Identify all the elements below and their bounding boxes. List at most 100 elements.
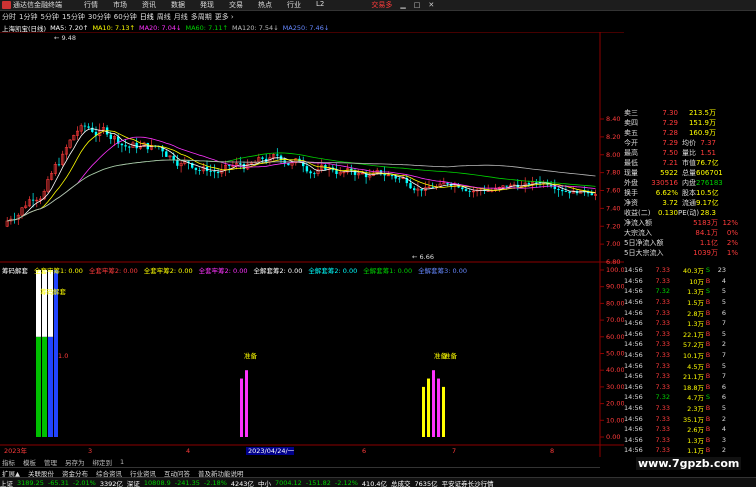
tab-save-as[interactable]: 另存为 — [63, 457, 85, 467]
tab-fund-flow[interactable]: 资金分布 — [60, 468, 88, 478]
tab-industry-news[interactable]: 行业资讯 — [128, 468, 156, 478]
candle-body — [561, 190, 564, 192]
period-tab-5min[interactable]: 5分钟 — [40, 12, 58, 22]
tab-bind[interactable]: 绑定到 — [91, 457, 113, 467]
tick-list[interactable]: 14:56 7.33 40.3万 S 23 14:56 7.33 10万 B 4 14:56 7.32… — [624, 265, 756, 456]
stat-label: 净资 — [624, 199, 638, 207]
stat-row: 最高 7.50 量比 1.51 — [624, 148, 756, 158]
maximize-icon[interactable]: □ — [414, 1, 421, 9]
stat-label-2: 流通 — [682, 199, 696, 207]
minimize-icon[interactable]: ▁ — [400, 1, 405, 9]
tick-t: 14:56 — [624, 287, 643, 296]
tick-row: 14:56 7.33 35.1万 B 2 — [624, 413, 756, 424]
tab-expand[interactable]: 扩展▲ — [0, 468, 20, 478]
menu-item-news[interactable]: 资讯 — [142, 0, 156, 10]
tick-bs: B — [705, 425, 711, 434]
tab-manage[interactable]: 管理 — [42, 457, 57, 467]
flow-label: 5日大宗流入 — [624, 249, 664, 257]
flow-pct: 1% — [726, 249, 738, 257]
indicator-value-4: 全套牢筹2: 0.00 — [198, 267, 248, 275]
tick-n: 6 — [721, 393, 726, 402]
stat-label-2: 均价 — [682, 139, 696, 147]
tick-row: 14:56 7.33 1.3万 B 7 — [624, 318, 756, 329]
indicator-value-3: 全套牢筹2: 0.00 — [143, 267, 193, 275]
menu-item-industry[interactable]: 行业 — [287, 0, 301, 10]
close-icon[interactable]: ✕ — [428, 1, 434, 9]
stat-label-2: 量比 — [682, 149, 696, 157]
menu-item-l2[interactable]: L2 — [316, 0, 324, 10]
indicator-value-1: 全套牢筹1: 0.00 — [34, 267, 83, 275]
tab-template[interactable]: 模板 — [21, 457, 36, 467]
period-tab-30min[interactable]: 30分钟 — [88, 12, 111, 22]
candle-body — [31, 199, 35, 201]
trade-button[interactable]: 交易多 — [371, 0, 392, 10]
broker-info: 平安证券长沙行情 — [441, 479, 494, 487]
period-tab-intraday[interactable]: 分时 — [2, 12, 16, 22]
tab-related[interactable]: 关联股份 — [26, 468, 54, 478]
tick-t: 14:56 — [624, 361, 643, 370]
period-tab-daily[interactable]: 日线 — [140, 12, 154, 22]
flow-value: 1.1亿 — [699, 239, 718, 247]
menu-item-markets[interactable]: 市场 — [113, 0, 127, 10]
menu-item-discover[interactable]: 発现 — [200, 0, 214, 10]
menu-item-hot[interactable]: 热点 — [258, 0, 272, 10]
candle-body — [305, 166, 309, 172]
tick-vol: 57.2万 — [683, 341, 704, 350]
tick-row: 14:56 7.33 2.3万 B 5 — [624, 403, 756, 414]
stat-value-2: 276183 — [696, 179, 723, 187]
period-tab-weekly[interactable]: 周线 — [157, 12, 171, 22]
menu-item-trade[interactable]: 交易 — [229, 0, 243, 10]
period-tab-multi[interactable]: 多周期 — [191, 12, 212, 22]
tick-p: 7.33 — [655, 329, 670, 338]
indicator-annotation: 准备 — [444, 351, 458, 360]
period-tab-1min[interactable]: 1分钟 — [19, 12, 37, 22]
flow-pct: 2% — [726, 239, 738, 247]
sz-index-amount: 4243亿 — [230, 479, 254, 487]
tab-indicator[interactable]: 指标 — [0, 457, 15, 467]
period-tab-more[interactable]: 更多 › — [215, 12, 234, 22]
indicator-bar — [240, 378, 243, 437]
tick-t: 14:56 — [624, 446, 643, 455]
tab-one[interactable]: 1 — [118, 458, 124, 466]
sh-index-change: -65.31 — [47, 478, 69, 487]
ma60-value: MA60: 7.11↑ — [185, 23, 228, 32]
date-axis-label: 2023/04/24/一 — [248, 447, 295, 455]
indicator-axis-label: 50.00 — [606, 350, 624, 358]
title-bar: 通达信金融终端 行情 市场 资讯 数据 発现 交易 热点 行业 L2 交易多 ▁… — [0, 0, 756, 11]
candle-body — [309, 171, 312, 174]
tick-p: 7.33 — [655, 446, 670, 455]
tab-features[interactable]: 普及新功能说明 — [196, 468, 244, 478]
period-tab-60min[interactable]: 60分钟 — [114, 12, 137, 22]
candle-body — [213, 171, 216, 173]
tick-row: 14:56 7.33 1.1万 B 2 — [624, 445, 756, 456]
indicator-annotation: 准备 — [244, 351, 258, 360]
indicator-axis-label: 0.00 — [606, 433, 620, 441]
period-toolbar: 分时 1分钟 5分钟 15分钟 30分钟 60分钟 日线 周线 月线 多周期 更… — [0, 11, 600, 22]
indicator-annotation: 筹码解套 — [40, 287, 67, 296]
candle-body — [124, 145, 127, 147]
price-axis-label: 7.60 — [606, 187, 620, 195]
chart-area[interactable]: 8.40 8.20 8.00 7.80 7.60 7.40 7.20 7.00 6.80100.… — [0, 32, 624, 457]
candle-body — [109, 134, 112, 139]
flow-label: 5日净流入额 — [624, 239, 664, 247]
period-tab-15min[interactable]: 15分钟 — [62, 12, 85, 22]
tick-p: 7.33 — [655, 319, 670, 328]
tick-t: 14:56 — [624, 425, 643, 434]
tick-bs: S — [705, 287, 711, 296]
indicator-bar — [42, 336, 47, 437]
stat-label: 收益(二) — [624, 209, 651, 217]
indicator-bar — [48, 270, 53, 337]
ask-label: 卖五 — [624, 129, 638, 137]
tick-p: 7.33 — [655, 435, 670, 444]
indicator-bar — [245, 370, 248, 437]
sh-index-value: 3189.25 — [17, 478, 44, 487]
price-axis-label: 8.20 — [606, 133, 620, 141]
tab-news[interactable]: 综合资讯 — [94, 468, 122, 478]
menu-item-data[interactable]: 数据 — [171, 0, 185, 10]
menu-item-market[interactable]: 行情 — [84, 0, 98, 10]
sz-index-name: 深证 — [126, 479, 140, 487]
candle-body — [87, 126, 90, 128]
tab-qa[interactable]: 互动问答 — [162, 468, 190, 478]
period-tab-monthly[interactable]: 月线 — [174, 12, 188, 22]
stat-value: 7.21 — [662, 159, 678, 167]
